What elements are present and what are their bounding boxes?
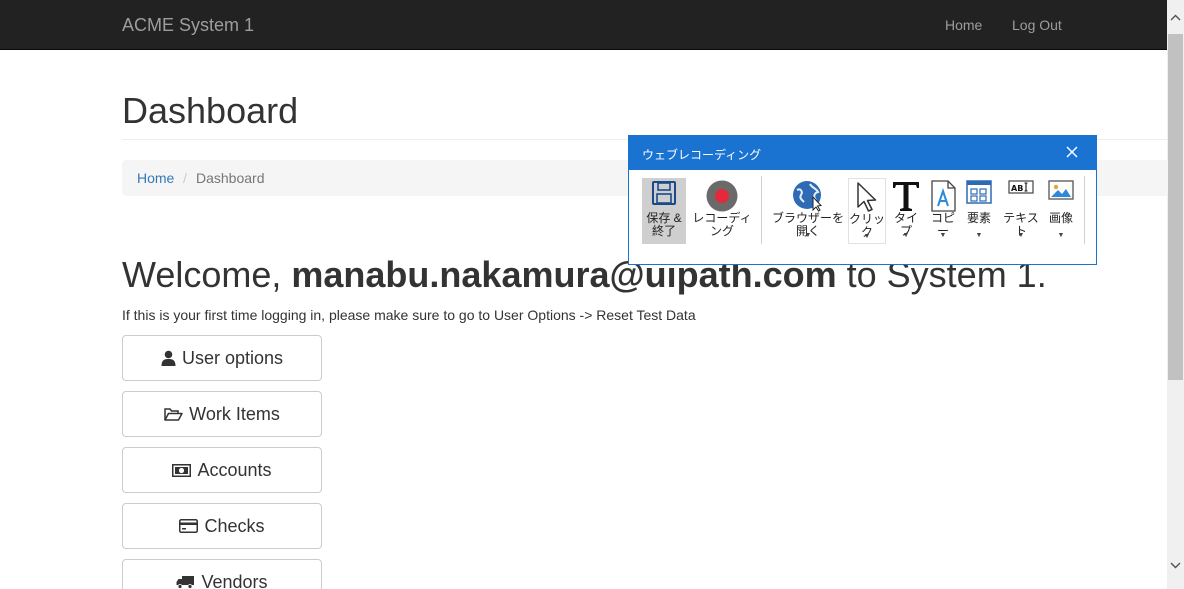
toolbar-divider: [1084, 176, 1085, 244]
image-dropdown-icon[interactable]: ▼: [1058, 232, 1065, 239]
record-button[interactable]: レコーディング: [689, 178, 755, 244]
image-label: 画像: [1048, 211, 1073, 225]
credit-card-icon: [179, 519, 199, 533]
toolbar-divider: [761, 176, 762, 244]
accounts-label: Accounts: [197, 459, 272, 480]
folder-open-icon: [164, 407, 183, 421]
vertical-scrollbar[interactable]: [1167, 0, 1184, 589]
user-icon: [161, 350, 176, 366]
element-dropdown-icon[interactable]: ▼: [976, 232, 983, 239]
vendors-label: Vendors: [201, 571, 268, 589]
save-label-line1: 保存 &: [646, 211, 682, 225]
work-items-label: Work Items: [189, 403, 280, 424]
checks-button[interactable]: Checks: [122, 503, 322, 549]
recorder-titlebar[interactable]: ウェブレコーディング: [629, 136, 1096, 170]
vendors-button[interactable]: Vendors: [122, 559, 322, 589]
image-picture-icon: [1048, 180, 1074, 200]
breadcrumb-home-link[interactable]: Home: [137, 170, 174, 186]
checks-label: Checks: [204, 515, 265, 536]
type-dropdown-icon[interactable]: ▼: [903, 232, 910, 239]
copy-dropdown-icon[interactable]: ▼: [940, 232, 947, 239]
recorder-title: ウェブレコーディング: [642, 148, 762, 162]
click-button[interactable]: クリック ▼: [848, 178, 886, 244]
svg-text:AB: AB: [1011, 184, 1023, 193]
web-recording-toolbar: ウェブレコーディング 保存 & 終了 レコーディング ブラウザーを開く ▼ クリッ…: [628, 135, 1097, 265]
save-and-exit-button[interactable]: 保存 & 終了: [642, 178, 686, 244]
page-title: Dashboard: [122, 90, 299, 131]
element-label: 要素: [966, 211, 991, 225]
text-field-icon: AB: [1008, 180, 1034, 194]
nav-logout-link[interactable]: Log Out: [1012, 17, 1062, 33]
scroll-up-arrow-icon[interactable]: [1167, 10, 1184, 27]
text-button[interactable]: AB テキスト ▼: [999, 178, 1043, 244]
copy-document-icon: [931, 180, 956, 212]
record-label: レコーディング: [692, 211, 752, 238]
breadcrumb-separator: /: [183, 170, 187, 186]
click-dropdown-icon[interactable]: ▼: [864, 233, 871, 240]
money-icon: [172, 463, 192, 477]
work-items-button[interactable]: Work Items: [122, 391, 322, 437]
user-options-label: User options: [181, 347, 284, 368]
globe-icon: [793, 181, 823, 212]
save-label-line2: 終了: [651, 224, 676, 238]
scroll-down-arrow-icon[interactable]: [1167, 558, 1184, 575]
floppy-disk-icon: [652, 181, 676, 205]
type-text-icon: [893, 182, 919, 211]
top-navbar: ACME System 1 Home Log Out: [0, 0, 1167, 50]
element-button[interactable]: 要素 ▼: [962, 178, 996, 244]
first-login-hint: If this is your first time logging in, p…: [122, 307, 696, 323]
type-button[interactable]: タイプ ▼: [889, 178, 923, 244]
welcome-prefix: Welcome,: [122, 254, 292, 295]
accounts-button[interactable]: Accounts: [122, 447, 322, 493]
brand-link[interactable]: ACME System 1: [122, 15, 254, 36]
record-icon: [706, 180, 738, 212]
truck-icon: [176, 576, 195, 589]
breadcrumb-current: Dashboard: [196, 170, 265, 186]
text-dropdown-icon[interactable]: ▼: [1018, 232, 1025, 239]
nav-home-link[interactable]: Home: [945, 17, 982, 33]
open-browser-dropdown-icon[interactable]: ▼: [805, 232, 812, 239]
copy-button[interactable]: コピー ▼: [927, 178, 959, 244]
element-grid-icon: [966, 180, 992, 204]
user-options-button[interactable]: User options: [122, 335, 322, 381]
cursor-arrow-icon: [857, 182, 877, 212]
open-browser-button[interactable]: ブラウザーを開く ▼: [769, 178, 847, 244]
scroll-thumb[interactable]: [1168, 34, 1183, 380]
image-button[interactable]: 画像 ▼: [1044, 178, 1078, 244]
close-icon[interactable]: [1064, 144, 1080, 160]
